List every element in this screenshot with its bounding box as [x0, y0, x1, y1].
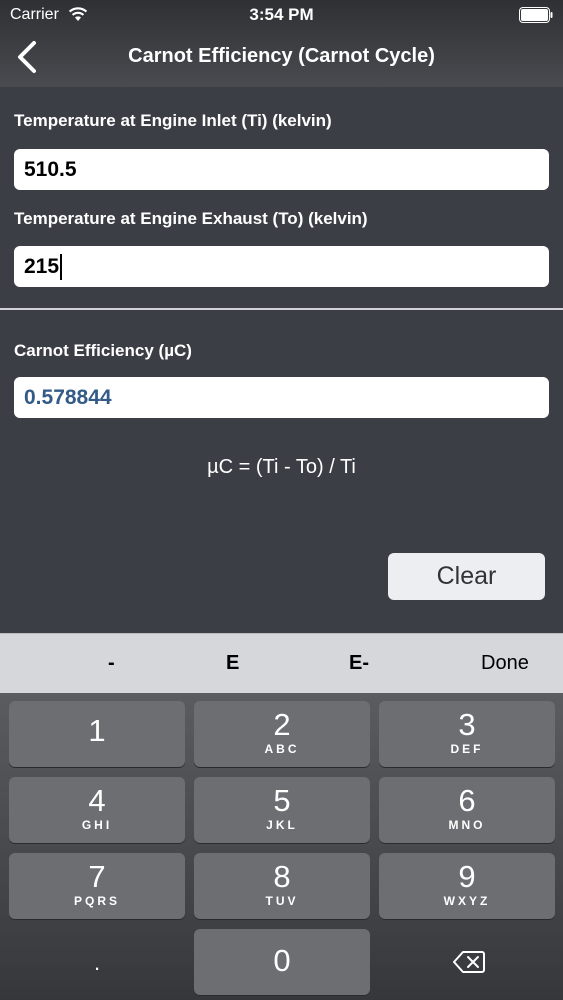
key-5[interactable]: 5 JKL [194, 777, 370, 843]
key-8-digit: 8 [273, 859, 291, 894]
key-2[interactable]: 2 ABC [194, 701, 370, 767]
key-5-letters: JKL [266, 818, 298, 832]
key-7-digit: 7 [88, 859, 106, 894]
key-5-digit: 5 [273, 783, 291, 818]
exponent-key[interactable]: E [226, 652, 239, 675]
key-4[interactable]: 4 GHI [9, 777, 185, 843]
key-7-letters: PQRS [73, 894, 120, 908]
key-1[interactable]: 1 [9, 701, 185, 767]
key-1-digit: 1 [88, 713, 106, 748]
page-title: Carnot Efficiency (Carnot Cycle) [128, 45, 435, 67]
key-8-letters: TUV [265, 894, 299, 908]
key-6-letters: MNO [448, 818, 486, 832]
backspace-icon [453, 951, 485, 973]
status-bar: Carrier 3:54 PM [0, 0, 563, 30]
key-0[interactable]: 0 [194, 929, 370, 995]
exhaust-temperature-value: 215 [24, 254, 60, 278]
navigation-header: Carrier 3:54 PM Carnot Efficiency (Carno… [0, 0, 563, 87]
status-time: 3:54 PM [249, 5, 314, 24]
minus-key[interactable]: - [108, 652, 115, 675]
carnot-efficiency-output[interactable]: 0.578844 [14, 377, 549, 418]
key-3[interactable]: 3 DEF [379, 701, 555, 767]
key-2-digit: 2 [273, 707, 291, 742]
exhaust-temperature-input[interactable]: 215 [14, 246, 549, 287]
key-7[interactable]: 7 PQRS [9, 853, 185, 919]
carnot-efficiency-label: Carnot Efficiency (µC) [14, 341, 192, 360]
exhaust-temperature-label: Temperature at Engine Exhaust (To) (kelv… [14, 209, 368, 228]
decimal-point-label: . [93, 950, 101, 975]
key-6-digit: 6 [458, 783, 476, 818]
negative-exponent-key[interactable]: E- [349, 652, 369, 675]
done-button[interactable]: Done [481, 652, 529, 675]
key-3-letters: DEF [450, 742, 484, 756]
inlet-temperature-label: Temperature at Engine Inlet (Ti) (kelvin… [14, 111, 332, 130]
key-0-digit: 0 [273, 943, 291, 978]
key-4-digit: 4 [88, 783, 106, 818]
key-6[interactable]: 6 MNO [379, 777, 555, 843]
key-9[interactable]: 9 WXYZ [379, 853, 555, 919]
inlet-temperature-value: 510.5 [24, 157, 77, 181]
numeric-keypad: 1 2 ABC 3 DEF 4 GHI 5 JKL 6 MNO 7 PQRS 8… [0, 693, 563, 1000]
key-9-letters: WXYZ [443, 894, 491, 908]
battery-icon [519, 7, 553, 23]
key-2-letters: ABC [264, 742, 300, 756]
keyboard-accessory-bar: - E E- Done [0, 633, 563, 693]
key-8[interactable]: 8 TUV [194, 853, 370, 919]
key-4-letters: GHI [81, 818, 113, 832]
backspace-key[interactable] [379, 929, 555, 995]
clear-button[interactable]: Clear [388, 553, 545, 600]
carnot-efficiency-value: 0.578844 [24, 385, 112, 409]
text-cursor [60, 253, 63, 280]
inlet-temperature-input[interactable]: 510.5 [14, 149, 549, 190]
key-9-digit: 9 [458, 859, 476, 894]
section-divider [0, 308, 563, 310]
formula-text: µC = (Ti - To) / Ti [207, 456, 356, 478]
decimal-point-key[interactable]: . [9, 929, 185, 995]
key-3-digit: 3 [458, 707, 476, 742]
